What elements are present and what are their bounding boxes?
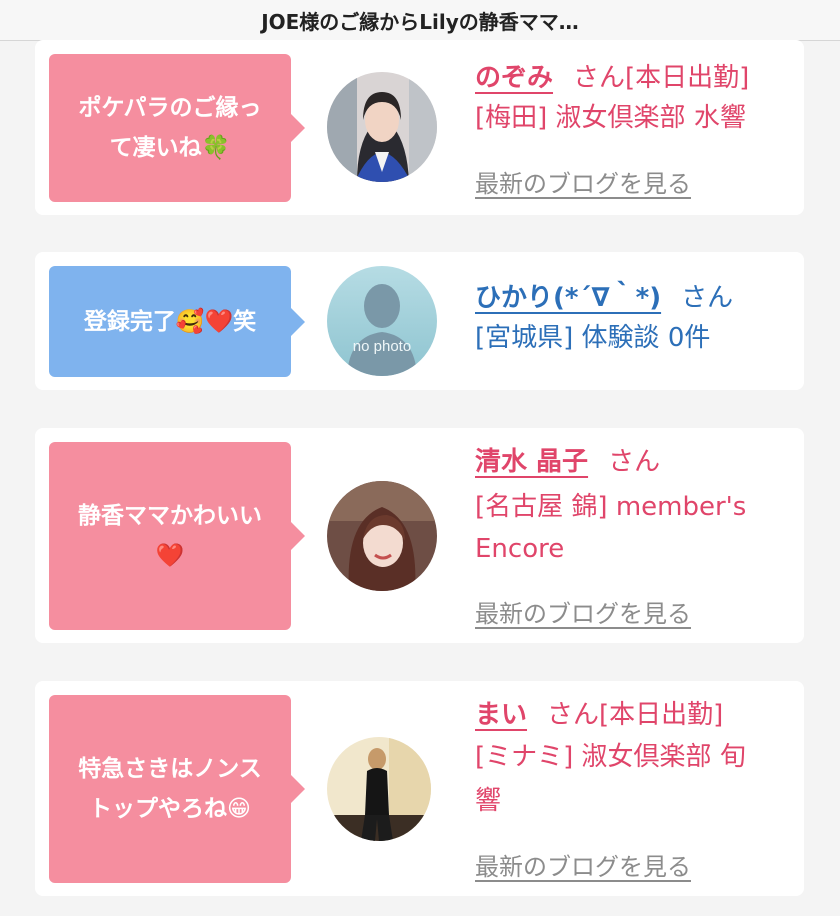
- member-detail: [名古屋 錦] member's Encore: [475, 492, 747, 564]
- member-name-link[interactable]: まい: [475, 700, 527, 730]
- message-bubble: 特急さきはノンス トップやろね😁: [49, 695, 305, 883]
- message-bubble: 静香ママかわいい ❤️: [49, 442, 305, 630]
- message-text: ポケパラのご縁っ: [78, 95, 262, 121]
- avatar[interactable]: [327, 72, 437, 182]
- member-suffix: さん: [681, 283, 734, 313]
- member-info: まい さん[本日出勤] [ミナミ] 淑女倶楽部 旬響: [475, 695, 795, 823]
- member-detail: [ミナミ] 淑女倶楽部 旬響: [475, 742, 746, 816]
- message-card: 静香ママかわいい ❤️ 清水 晶子 さん [名古屋 錦] member's Enc…: [35, 428, 804, 643]
- message-bubble: 登録完了🥰❤️笑: [49, 266, 305, 377]
- avatar[interactable]: [327, 737, 431, 841]
- avatar-placeholder[interactable]: no photo: [327, 266, 437, 376]
- no-photo-label: no photo: [352, 338, 412, 355]
- message-text: 静香ママかわいい: [78, 503, 262, 529]
- member-info: のぞみ さん[本日出勤] [梅田] 淑女倶楽部 水響: [475, 58, 795, 138]
- message-text: トップやろね: [89, 796, 227, 822]
- message-text: 特急さきはノンス: [78, 756, 262, 782]
- page-title: JOE様のご縁からLilyの静香ママ…: [261, 9, 579, 34]
- smiling-face-with-hearts-emoji: 🥰❤️: [175, 308, 234, 335]
- latest-blog-link[interactable]: 最新のブログを見る: [475, 594, 691, 629]
- latest-blog-link[interactable]: 最新のブログを見る: [475, 164, 691, 199]
- clover-emoji: 🍀: [201, 135, 231, 161]
- member-info: ひかり(*´∇｀*) さん [宮城県] 体験談 0件: [475, 278, 795, 358]
- member-name-link[interactable]: ひかり(*´∇｀*): [475, 283, 661, 313]
- avatar[interactable]: [327, 481, 437, 591]
- member-name-link[interactable]: 清水 晶子: [475, 447, 588, 477]
- message-bubble: ポケパラのご縁っ て凄いね🍀: [49, 54, 305, 202]
- member-suffix: さん: [608, 447, 661, 477]
- member-suffix: さん[本日出勤]: [573, 63, 750, 93]
- message-card: ポケパラのご縁っ て凄いね🍀 のぞみ さん[本日出勤] [梅田] 淑女倶楽部 水響…: [35, 40, 804, 215]
- message-card: 登録完了🥰❤️笑 no photo ひかり(*´∇｀*) さん [宮城県] 体験談…: [35, 252, 804, 390]
- member-detail: [宮城県] 体験談 0件: [475, 323, 711, 353]
- member-info: 清水 晶子 さん [名古屋 錦] member's Encore: [475, 442, 795, 570]
- member-name-link[interactable]: のぞみ: [475, 63, 553, 93]
- page-title-bar: JOE様のご縁からLilyの静香ママ…: [0, 0, 840, 41]
- member-suffix: さん[本日出勤]: [547, 700, 724, 730]
- grinning-face-emoji: 😁: [227, 796, 251, 822]
- member-detail: [梅田] 淑女倶楽部 水響: [475, 103, 746, 133]
- message-text: 登録完了: [83, 308, 176, 335]
- red-heart-emoji: ❤️: [155, 543, 185, 569]
- latest-blog-link[interactable]: 最新のブログを見る: [475, 847, 691, 882]
- message-card: 特急さきはノンス トップやろね😁 まい さん[本日出勤] [ミナミ] 淑女倶楽部 …: [35, 681, 804, 896]
- message-text: て凄いね: [109, 135, 202, 161]
- message-text: 笑: [233, 308, 257, 335]
